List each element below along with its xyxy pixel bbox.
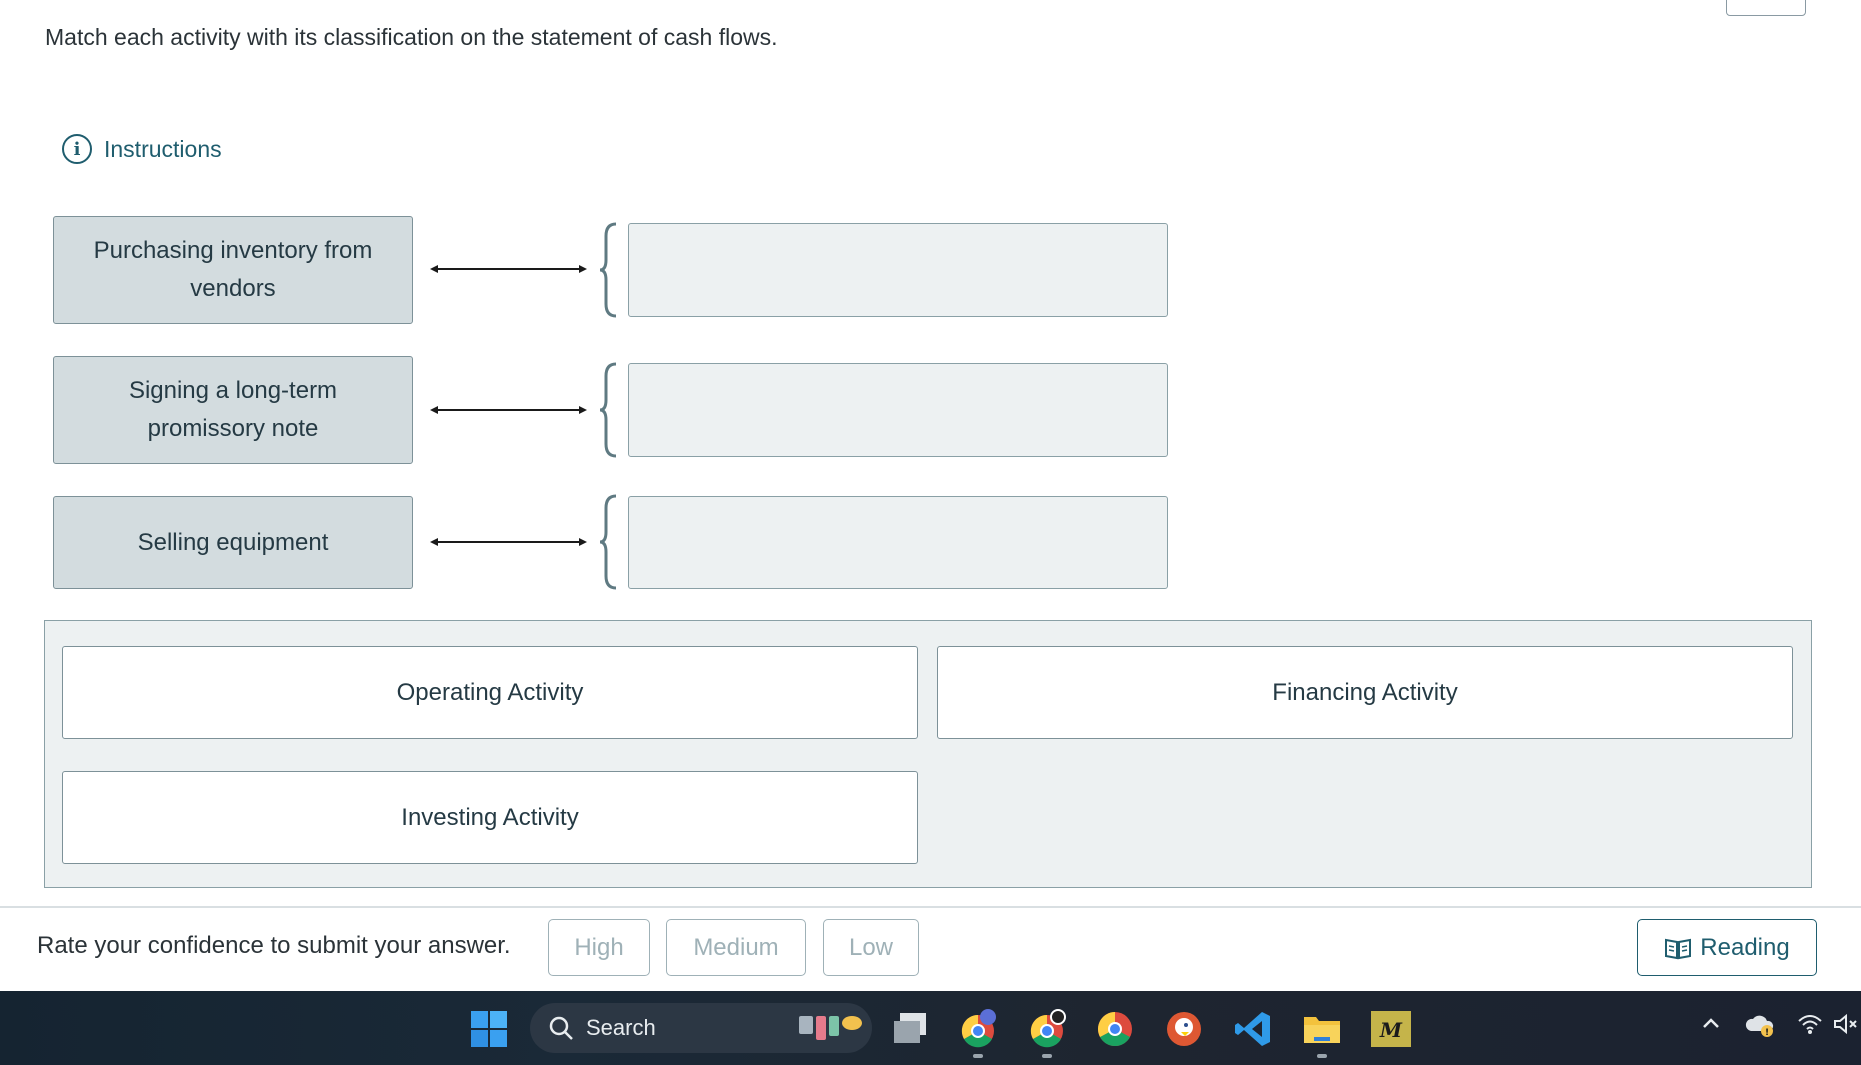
option-operating-activity[interactable]: Operating Activity (62, 646, 918, 739)
chevron-up-icon[interactable] (1702, 1013, 1720, 1036)
file-explorer-icon[interactable] (1302, 1009, 1342, 1049)
reading-label: Reading (1700, 933, 1790, 961)
option-investing-activity[interactable]: Investing Activity (62, 771, 918, 864)
top-right-control[interactable] (1726, 0, 1806, 16)
activity-card[interactable]: Signing a long-term promissory note (53, 356, 413, 464)
instructions-label: Instructions (104, 135, 222, 162)
running-indicator (1042, 1054, 1052, 1058)
reading-button[interactable]: Reading (1637, 919, 1817, 976)
task-view-icon[interactable] (890, 1009, 930, 1049)
vscode-icon[interactable] (1233, 1009, 1273, 1049)
drop-zone[interactable] (628, 496, 1168, 589)
answer-bank: Operating Activity Financing Activity In… (44, 620, 1812, 888)
chrome-profile-icon[interactable] (958, 1009, 998, 1049)
confidence-low-button[interactable]: Low (823, 919, 919, 976)
taskbar-search[interactable]: Search (530, 1003, 872, 1053)
windows-taskbar: Search M ! (0, 991, 1861, 1065)
double-arrow-icon (430, 406, 587, 414)
info-icon: i (62, 134, 92, 164)
confidence-high-button[interactable]: High (548, 919, 650, 976)
wifi-icon[interactable] (1797, 1013, 1823, 1041)
windows-start-icon[interactable] (469, 1009, 509, 1049)
book-icon (1665, 938, 1692, 959)
instructions-link[interactable]: i Instructions (62, 134, 222, 164)
double-arrow-icon (430, 265, 587, 273)
option-financing-activity[interactable]: Financing Activity (937, 646, 1793, 739)
mcgraw-hill-icon[interactable]: M (1371, 1009, 1411, 1049)
onedrive-warning-icon[interactable]: ! (1745, 1013, 1775, 1043)
drop-zone[interactable] (628, 223, 1168, 317)
confidence-medium-button[interactable]: Medium (666, 919, 806, 976)
volume-muted-icon[interactable] (1833, 1013, 1859, 1041)
brace-icon (600, 222, 617, 318)
chrome-icon[interactable] (1095, 1009, 1135, 1049)
search-highlight-icon (799, 1016, 862, 1040)
taskbar-search-label: Search (586, 1015, 656, 1040)
running-indicator (1317, 1054, 1327, 1058)
confidence-label: Rate your confidence to submit your answ… (37, 932, 511, 959)
duckduckgo-icon[interactable] (1164, 1009, 1204, 1049)
double-arrow-icon (430, 538, 587, 546)
brace-icon (600, 362, 617, 458)
search-icon (549, 1016, 573, 1040)
brace-icon (600, 494, 617, 590)
question-prompt: Match each activity with its classificat… (45, 24, 778, 50)
svg-text:!: ! (1765, 1028, 1769, 1037)
activity-card[interactable]: Purchasing inventory from vendors (53, 216, 413, 324)
svg-text:M: M (1379, 1018, 1403, 1042)
running-indicator (973, 1054, 983, 1058)
activity-card[interactable]: Selling equipment (53, 496, 413, 589)
drop-zone[interactable] (628, 363, 1168, 457)
footer-divider (0, 906, 1861, 908)
chrome-icon[interactable] (1027, 1009, 1067, 1049)
